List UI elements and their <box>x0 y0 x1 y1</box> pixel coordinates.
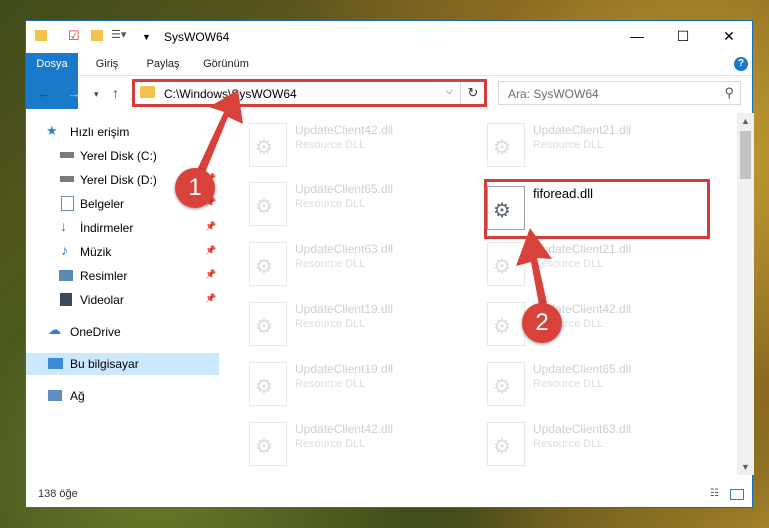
arrow-2-icon <box>516 228 552 305</box>
step-badge-2: 2 <box>522 303 562 343</box>
step-badge-1: 1 <box>175 168 215 208</box>
annotation-arrows <box>190 90 552 305</box>
